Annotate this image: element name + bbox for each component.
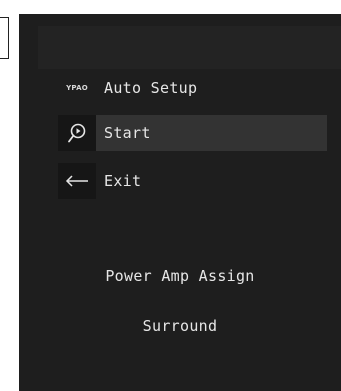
window-edge-fragment	[0, 17, 9, 59]
header-band	[38, 26, 341, 69]
microphone-icon	[58, 115, 96, 151]
status-line-1: Power Amp Assign	[105, 267, 255, 285]
auto-setup-title: YPAO Auto Setup	[58, 70, 197, 106]
exit-label: Exit	[104, 172, 142, 190]
status-line-2: Surround	[142, 317, 218, 335]
return-arrow-icon	[58, 163, 96, 199]
menu-item-start[interactable]: Start	[58, 115, 327, 151]
ypao-logo-icon: YPAO	[58, 70, 96, 106]
start-label: Start	[104, 124, 151, 142]
ypao-logo-text: YPAO	[66, 84, 88, 92]
menu-item-exit[interactable]: Exit	[58, 163, 141, 199]
auto-setup-label: Auto Setup	[104, 79, 198, 97]
